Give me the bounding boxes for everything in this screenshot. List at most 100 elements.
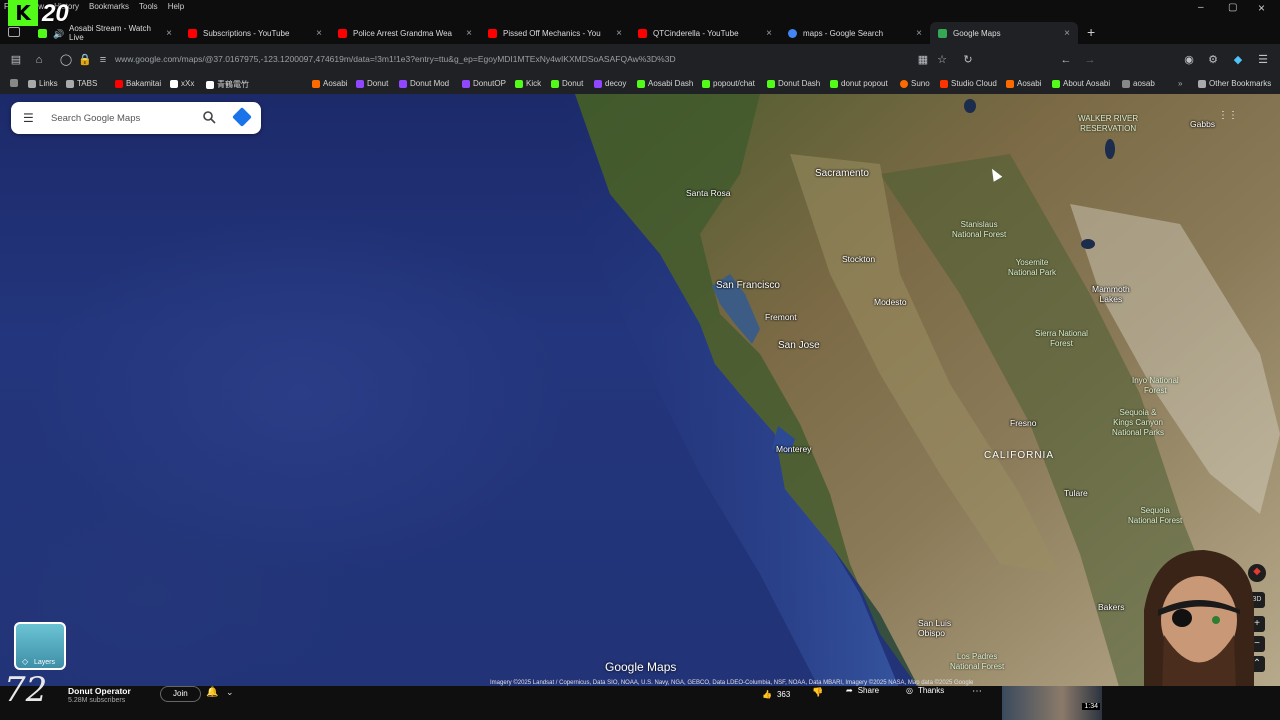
bookmark-aosabi[interactable]: Aosabi [312, 79, 347, 88]
close-tab-icon[interactable]: × [316, 28, 322, 39]
bookmark-bakamitai[interactable]: Bakamitai [115, 79, 161, 88]
map-label-california: CALIFORNIA [984, 450, 1055, 461]
maps-search-box: ☰ [11, 102, 261, 134]
bookmark-label: Aosabi [323, 79, 348, 88]
menu-help[interactable]: Help [168, 2, 184, 11]
home-icon[interactable]: ⌂ [31, 52, 47, 68]
bookmark-aosabi-2[interactable]: Aosabi [1006, 79, 1041, 88]
hamburger-menu-icon[interactable]: ☰ [23, 111, 34, 125]
directions-icon[interactable] [232, 107, 252, 127]
tab-maps-search[interactable]: maps - Google Search × [780, 22, 930, 44]
bookmark-folder-links[interactable]: Links [28, 79, 58, 88]
close-tab-icon[interactable]: × [466, 28, 472, 39]
bookmark-donut-popout[interactable]: donut popout [830, 79, 888, 88]
bookmark-popout-chat[interactable]: popout/chat [702, 79, 755, 88]
notification-bell-icon[interactable]: 🔔 [206, 687, 218, 698]
thanks-button[interactable]: ◎ Thanks [906, 686, 944, 695]
new-tab-button[interactable]: + [1087, 24, 1095, 40]
sidebar-toggle-icon[interactable]: ▤ [8, 52, 24, 68]
bookmark-donut[interactable]: Donut [356, 79, 388, 88]
close-tab-icon[interactable]: × [616, 28, 622, 39]
folder-icon [28, 79, 36, 88]
bookmark-label: Bakamitai [126, 79, 162, 88]
more-options-icon[interactable]: ⋯ [972, 686, 982, 697]
bookmark-label: xXx [181, 79, 195, 88]
tab-pissed-off-mechanics[interactable]: Pissed Off Mechanics - You × [480, 22, 630, 44]
mute-icon[interactable]: 🔊 [53, 29, 64, 39]
tab-label: QTCinderella - YouTube [653, 28, 739, 38]
account-icon[interactable]: ◉ [1181, 52, 1197, 68]
bookmark-x-2[interactable]: 青鶴電竹 [206, 79, 249, 90]
bookmark-decoy[interactable]: decoy [594, 79, 626, 88]
bookmark-donutop[interactable]: DonutOP [462, 79, 506, 88]
bookmark-folder-tabs[interactable]: TABS [66, 79, 97, 88]
maximize-button[interactable]: ▢ [1228, 2, 1237, 13]
map-label-walker-river: WALKER RIVER RESERVATION [1078, 114, 1139, 133]
menu-tools[interactable]: Tools [139, 2, 158, 11]
satellite-map[interactable]: WALKER RIVER RESERVATION Gabbs Sacrament… [0, 94, 1280, 690]
close-tab-icon[interactable]: × [916, 28, 922, 39]
bookmark-donut-kick[interactable]: Donut [551, 79, 583, 88]
app-menu-icon[interactable]: ☰ [1255, 52, 1271, 68]
map-label-los-padres: Los Padres National Forest [950, 652, 1005, 671]
bookmark-label: Donut Mod [410, 79, 450, 88]
layers-button[interactable]: ◇ Layers [14, 622, 66, 670]
twitch-favicon-icon [356, 79, 364, 88]
like-button[interactable]: 👍 363 [762, 686, 790, 702]
lock-icon[interactable]: 🔒 [77, 52, 93, 68]
bookmark-studio-cloud[interactable]: Studio Cloud [940, 79, 997, 88]
bookmark-suno[interactable]: Suno [900, 79, 930, 88]
bookmark-donut-dash[interactable]: Donut Dash [767, 79, 820, 88]
tab-label: Police Arrest Grandma Wea [353, 28, 453, 38]
video-thumbnail[interactable]: 1:34 [1002, 686, 1102, 720]
back-icon[interactable]: ← [1058, 52, 1074, 68]
bookmark-star-icon[interactable]: ☆ [934, 52, 950, 68]
bookmark-label: aosab [1133, 79, 1155, 88]
kick-favicon-icon [38, 28, 47, 38]
minimize-button[interactable]: – [1198, 2, 1204, 13]
close-tab-icon[interactable]: × [766, 28, 772, 39]
url-field[interactable]: www.google.com/maps/@37.0167975,-123.120… [115, 54, 676, 64]
tab-label: Aosabi Stream - Watch Live [69, 24, 151, 42]
bookmark-x[interactable]: xXx [170, 79, 194, 88]
search-input[interactable] [51, 110, 201, 126]
map-label-san-luis-obispo: San Luis Obispo [918, 618, 952, 638]
tab-aosabi-stream[interactable]: 🔊 Aosabi Stream - Watch Live × [30, 22, 180, 44]
share-button[interactable]: ➦ Share [846, 686, 879, 695]
close-tab-icon[interactable]: × [1064, 28, 1070, 39]
close-tab-icon[interactable]: × [166, 28, 172, 39]
extensions-icon[interactable]: ⚙ [1205, 52, 1221, 68]
map-label-sequoia-kings: Sequoia & Kings Canyon National Parks [1112, 408, 1165, 437]
reader-icon[interactable]: ▦ [915, 52, 931, 68]
menu-bookmarks[interactable]: Bookmarks [89, 2, 129, 11]
bookmark-item[interactable] [10, 79, 18, 87]
tab-qtcinderella[interactable]: QTCinderella - YouTube × [630, 22, 780, 44]
tab-list-icon[interactable] [8, 27, 20, 37]
kick-favicon-icon [767, 79, 775, 88]
bookmark-donut-mod[interactable]: Donut Mod [399, 79, 449, 88]
bookmark-aosab[interactable]: aosab [1122, 79, 1155, 88]
bookmarks-overflow-icon[interactable]: » [1178, 79, 1182, 88]
map-label-fremont: Fremont [765, 312, 797, 322]
extension-icon[interactable]: ◆ [1230, 52, 1246, 68]
bookmark-about-aosabi[interactable]: About Aosabi [1052, 79, 1110, 88]
bookmark-aosabi-dash[interactable]: Aosabi Dash [637, 79, 693, 88]
bookmark-kick[interactable]: Kick [515, 79, 541, 88]
chevron-down-icon[interactable]: ⌄ [226, 687, 234, 698]
join-button[interactable]: Join [160, 686, 201, 702]
tab-subscriptions[interactable]: Subscriptions - YouTube × [180, 22, 330, 44]
apps-grid-icon[interactable]: ⋮⋮ [1218, 110, 1238, 122]
channel-name[interactable]: Donut Operator [68, 686, 131, 696]
close-window-button[interactable]: × [1258, 1, 1265, 15]
shield-icon[interactable]: ◯ [58, 52, 74, 68]
reload-icon[interactable]: ↻ [960, 52, 976, 68]
tab-police-arrest[interactable]: Police Arrest Grandma Wea × [330, 22, 480, 44]
site-settings-icon[interactable]: ≡ [95, 52, 111, 68]
other-bookmarks-folder[interactable]: Other Bookmarks [1198, 79, 1271, 88]
forward-icon[interactable]: → [1082, 52, 1098, 68]
dislike-icon[interactable]: 👎 [812, 687, 823, 698]
search-icon[interactable] [202, 110, 216, 124]
tab-label: maps - Google Search [803, 28, 884, 38]
map-label-san-jose: San Jose [778, 340, 820, 351]
tab-google-maps[interactable]: Google Maps × [930, 22, 1078, 44]
